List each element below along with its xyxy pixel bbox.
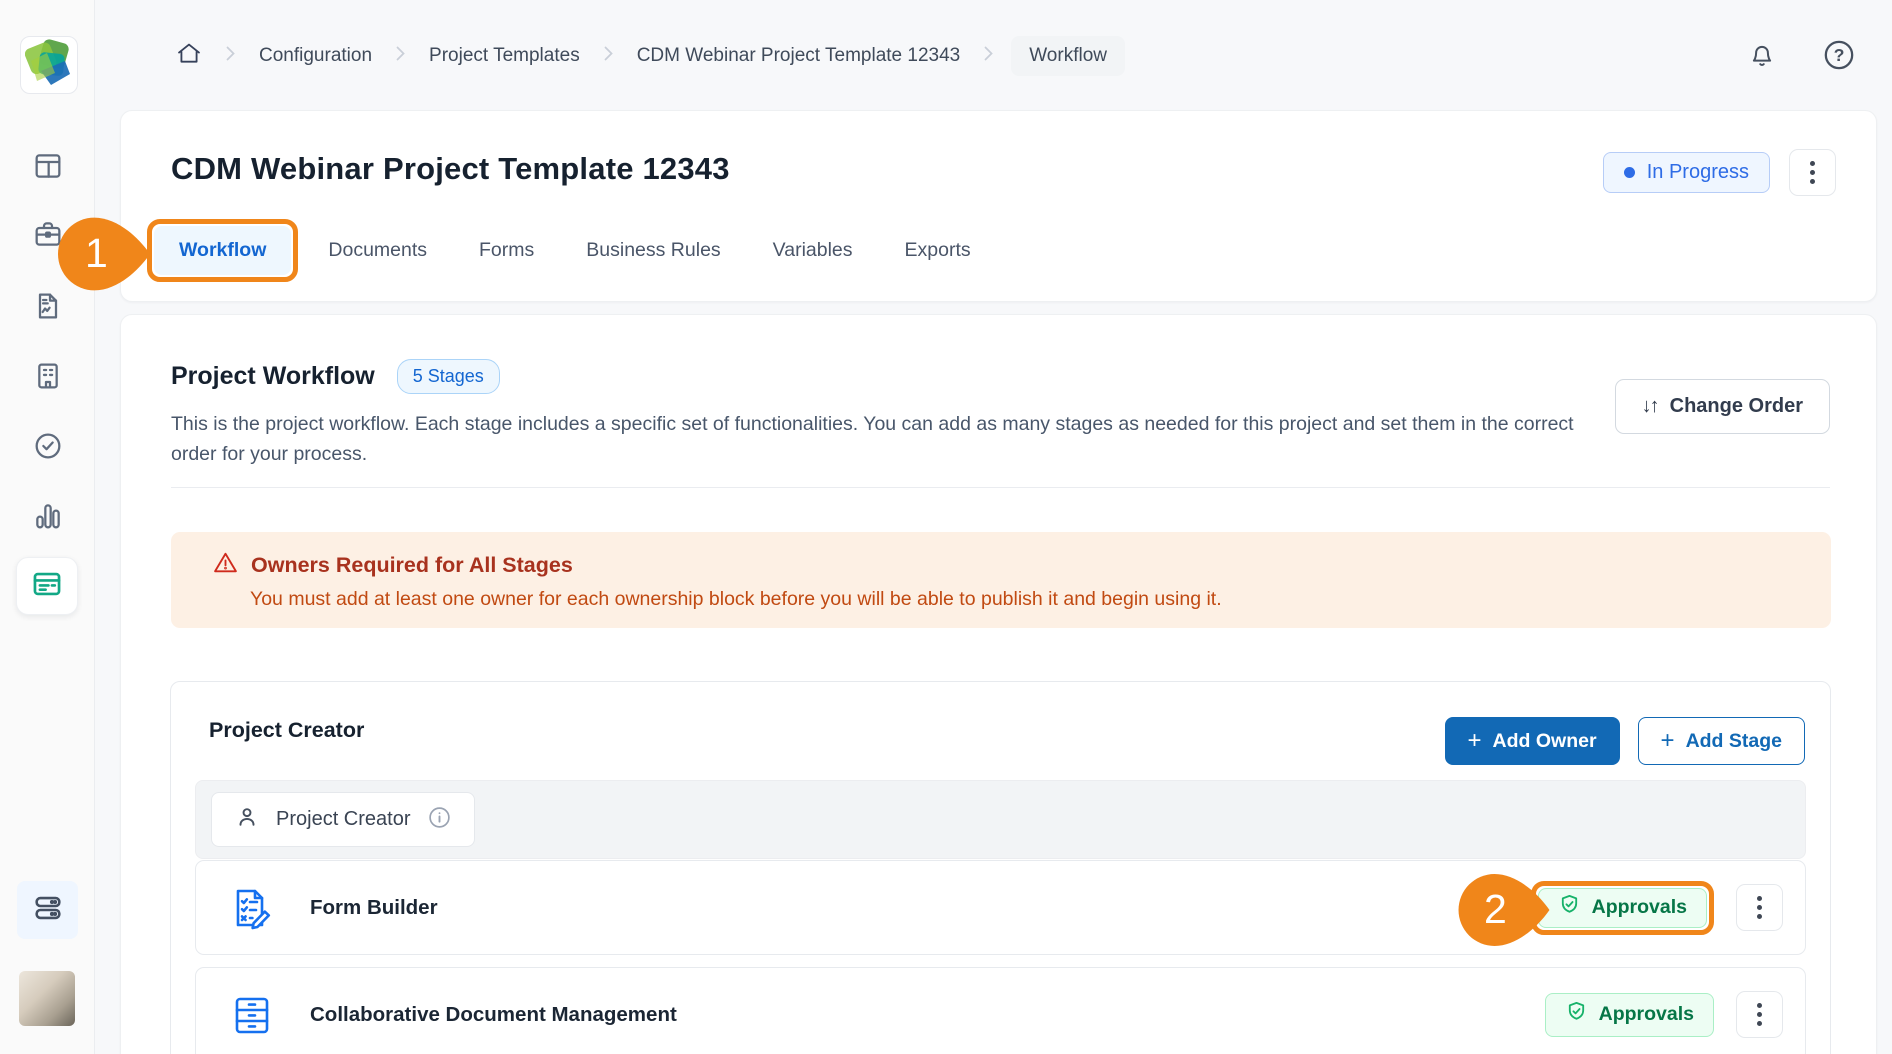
bar-chart-icon: [32, 500, 64, 532]
owner-chip-label: Project Creator: [276, 808, 411, 831]
template-header-card: CDM Webinar Project Template 12343 In Pr…: [120, 110, 1877, 302]
stage-count-badge: 5 Stages: [397, 359, 500, 394]
warning-title: Owners Required for All Stages: [251, 553, 573, 578]
shield-check-icon: [1558, 893, 1581, 922]
add-stage-label: Add Stage: [1686, 730, 1782, 753]
workflow-row-label: Form Builder: [310, 896, 438, 920]
status-dot-icon: [1624, 167, 1635, 178]
chevron-right-icon: [604, 45, 613, 67]
stage-title: Project Creator: [209, 718, 364, 743]
sidebar-item-reports[interactable]: [0, 290, 95, 322]
sidebar-item-templates-active[interactable]: [16, 557, 78, 615]
user-avatar[interactable]: [19, 971, 75, 1026]
breadcrumb-workflow-current[interactable]: Workflow: [1011, 36, 1125, 76]
layout-icon: [32, 150, 64, 182]
annotation-step-1: 1: [58, 217, 150, 291]
sort-arrows-icon: ↓↑: [1642, 395, 1658, 418]
person-icon: [234, 804, 260, 835]
approvals-label: Approvals: [1592, 896, 1687, 919]
breadcrumb: Configuration Project Templates CDM Webi…: [170, 33, 1125, 79]
server-icon: [31, 891, 65, 930]
info-icon[interactable]: [427, 805, 452, 835]
add-owner-label: Add Owner: [1493, 730, 1597, 753]
report-document-icon: [32, 290, 64, 322]
status-badge[interactable]: In Progress: [1603, 152, 1770, 193]
sidebar-item-analytics[interactable]: [0, 500, 95, 532]
section-divider: [171, 487, 1830, 488]
add-owner-button[interactable]: + Add Owner: [1445, 717, 1620, 765]
document-stack-icon: [228, 991, 276, 1039]
approvals-button-form-builder[interactable]: Approvals: [1538, 888, 1707, 928]
topbar-actions: ?: [1747, 38, 1856, 77]
warning-body: You must add at least one owner for each…: [250, 588, 1831, 611]
annotation-highlight-approvals: Approvals: [1531, 881, 1714, 935]
template-more-actions-button[interactable]: [1789, 149, 1836, 196]
notifications-bell-icon[interactable]: [1747, 39, 1777, 76]
annotation-step-2: 2: [1458, 874, 1550, 946]
tab-bar: Workflow Documents Forms Business Rules …: [147, 219, 997, 282]
section-title-project-workflow: Project Workflow: [171, 362, 375, 391]
workflow-row-label: Collaborative Document Management: [310, 1003, 677, 1027]
shield-check-icon: [1565, 1000, 1588, 1029]
warning-triangle-icon: [213, 550, 238, 580]
add-stage-button[interactable]: + Add Stage: [1638, 717, 1805, 765]
approvals-button-cdm[interactable]: Approvals: [1545, 993, 1714, 1037]
sidebar: [0, 0, 95, 1054]
workflow-row-form-builder: Form Builder Approvals: [195, 860, 1806, 955]
chevron-right-icon: [226, 45, 235, 67]
approvals-label: Approvals: [1599, 1003, 1694, 1026]
check-circle-icon: [32, 430, 64, 462]
row-more-actions-button[interactable]: [1736, 884, 1783, 931]
stage-card-project-creator: Project Creator + Add Owner + Add Stage: [170, 681, 1831, 1054]
tab-exports[interactable]: Exports: [879, 225, 997, 276]
tab-workflow[interactable]: Workflow: [154, 226, 291, 275]
annotation-step-2-number: 2: [1484, 886, 1507, 933]
change-order-button[interactable]: ↓↑ Change Order: [1615, 379, 1830, 434]
tab-variables[interactable]: Variables: [747, 225, 879, 276]
application-window: Configuration Project Templates CDM Webi…: [0, 0, 1892, 1054]
form-builder-icon: [228, 884, 276, 932]
ownership-block: Project Creator: [195, 780, 1806, 859]
row-more-actions-button[interactable]: [1736, 991, 1783, 1038]
sidebar-item-organization[interactable]: [0, 360, 95, 392]
breadcrumb-project-templates[interactable]: Project Templates: [423, 36, 586, 76]
chevron-right-icon: [396, 45, 405, 67]
status-label: In Progress: [1647, 161, 1749, 184]
breadcrumb-template-name[interactable]: CDM Webinar Project Template 12343: [631, 36, 967, 76]
form-template-icon: [30, 567, 64, 606]
annotation-highlight-workflow-tab: Workflow: [147, 219, 298, 282]
home-icon[interactable]: [170, 31, 208, 81]
owner-chip-project-creator[interactable]: Project Creator: [211, 792, 475, 847]
plus-icon: +: [1468, 729, 1482, 753]
app-logo[interactable]: [20, 36, 78, 94]
logo-icon: [25, 39, 73, 92]
tab-business-rules[interactable]: Business Rules: [560, 225, 746, 276]
svg-text:?: ?: [1834, 45, 1845, 65]
help-icon[interactable]: ?: [1822, 38, 1856, 77]
plus-icon: +: [1661, 729, 1675, 753]
tab-forms[interactable]: Forms: [453, 225, 560, 276]
change-order-label: Change Order: [1670, 395, 1803, 418]
sidebar-item-integrations[interactable]: [17, 881, 78, 939]
sidebar-item-tasks[interactable]: [0, 430, 95, 462]
warning-banner: Owners Required for All Stages You must …: [171, 532, 1831, 628]
workflow-row-collaborative-document-management: Collaborative Document Management Approv…: [195, 967, 1806, 1054]
workflow-content-card: Project Workflow 5 Stages This is the pr…: [120, 314, 1877, 1054]
tab-documents[interactable]: Documents: [302, 225, 453, 276]
sidebar-item-dashboard[interactable]: [0, 150, 95, 182]
breadcrumb-configuration[interactable]: Configuration: [253, 36, 378, 76]
building-icon: [32, 360, 64, 392]
annotation-step-1-number: 1: [85, 230, 108, 277]
chevron-right-icon: [984, 45, 993, 67]
page-title: CDM Webinar Project Template 12343: [171, 151, 730, 187]
section-description: This is the project workflow. Each stage…: [171, 409, 1591, 469]
